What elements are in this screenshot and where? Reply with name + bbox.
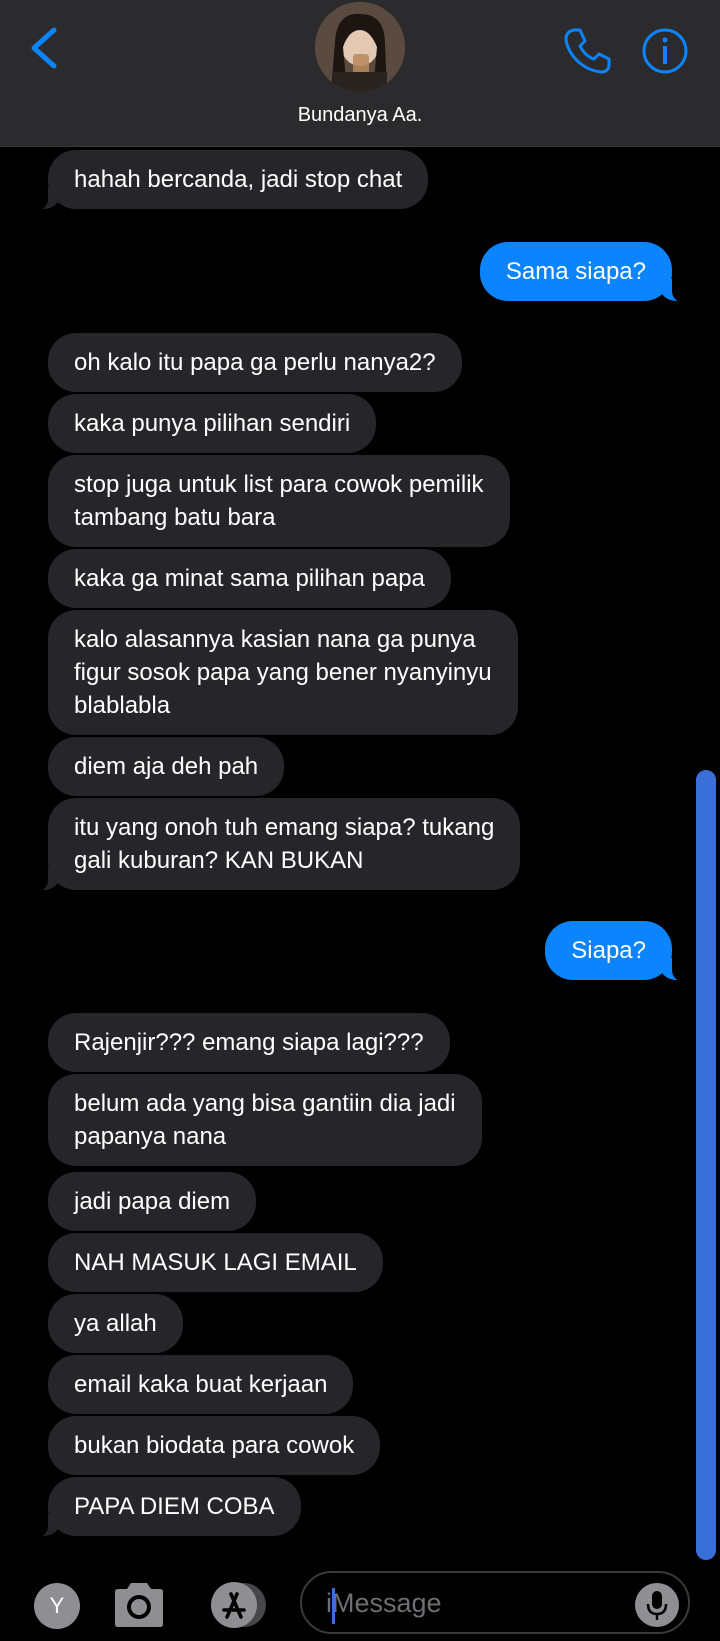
incoming-message[interactable]: stop juga untuk list para cowok pemilik … <box>48 455 510 547</box>
incoming-message[interactable]: hahah bercanda, jadi stop chat <box>21 150 429 211</box>
outgoing-message[interactable]: Sama siapa? <box>479 242 699 303</box>
incoming-message[interactable]: ya allah <box>48 1294 183 1353</box>
camera-icon <box>115 1583 163 1627</box>
incoming-message[interactable]: kaka punya pilihan sendiri <box>48 394 377 453</box>
incoming-message[interactable]: kaka ga minat sama pilihan papa <box>48 549 451 608</box>
incoming-message[interactable]: oh kalo itu papa ga perlu nanya2? <box>48 333 462 392</box>
chevron-left-icon <box>31 27 57 69</box>
incoming-message[interactable]: itu yang onoh tuh emang siapa? tukang ga… <box>21 798 521 892</box>
microphone-button[interactable] <box>635 1583 679 1627</box>
incoming-message[interactable]: belum ada yang bisa gantiin dia jadi pap… <box>48 1074 482 1166</box>
incoming-message[interactable]: diem aja deh pah <box>48 737 285 796</box>
incoming-message[interactable]: Rajenjir??? emang siapa lagi??? <box>48 1013 450 1072</box>
incoming-message[interactable]: NAH MASUK LAGI EMAIL <box>48 1233 383 1292</box>
phone-icon <box>564 28 611 74</box>
call-button[interactable] <box>562 26 612 76</box>
outgoing-message[interactable]: Siapa? <box>545 921 698 982</box>
user-avatar[interactable]: Y <box>34 1583 80 1629</box>
app-store-icon <box>211 1582 266 1628</box>
back-button[interactable] <box>26 26 66 70</box>
incoming-message[interactable]: PAPA DIEM COBA <box>22 1477 301 1538</box>
message-thread[interactable]: hahah bercanda, jadi stop chat Sama siapa… <box>0 0 720 1641</box>
text-caret <box>332 1588 335 1624</box>
camera-button[interactable] <box>110 1580 168 1630</box>
incoming-message[interactable]: bukan biodata para cowok <box>48 1416 381 1475</box>
microphone-icon <box>646 1591 668 1620</box>
incoming-message[interactable]: email kaka buat kerjaan <box>48 1355 354 1414</box>
message-input[interactable] <box>326 1586 616 1620</box>
composer-bar: Y <box>0 1560 720 1641</box>
message-field[interactable] <box>300 1571 690 1634</box>
info-button[interactable] <box>641 27 689 75</box>
contact-name[interactable]: Bundanya Aa. <box>0 104 720 127</box>
incoming-message[interactable]: jadi papa diem <box>48 1172 257 1231</box>
contact-photo <box>315 2 405 92</box>
conversation-header: Bundanya Aa. <box>0 0 720 147</box>
scrollbar[interactable] <box>696 770 716 1560</box>
info-icon <box>642 28 688 74</box>
incoming-message[interactable]: kalo alasannya kasian nana ga punya figu… <box>48 610 518 735</box>
contact-avatar[interactable] <box>315 2 405 92</box>
app-store-button[interactable] <box>204 1580 272 1630</box>
